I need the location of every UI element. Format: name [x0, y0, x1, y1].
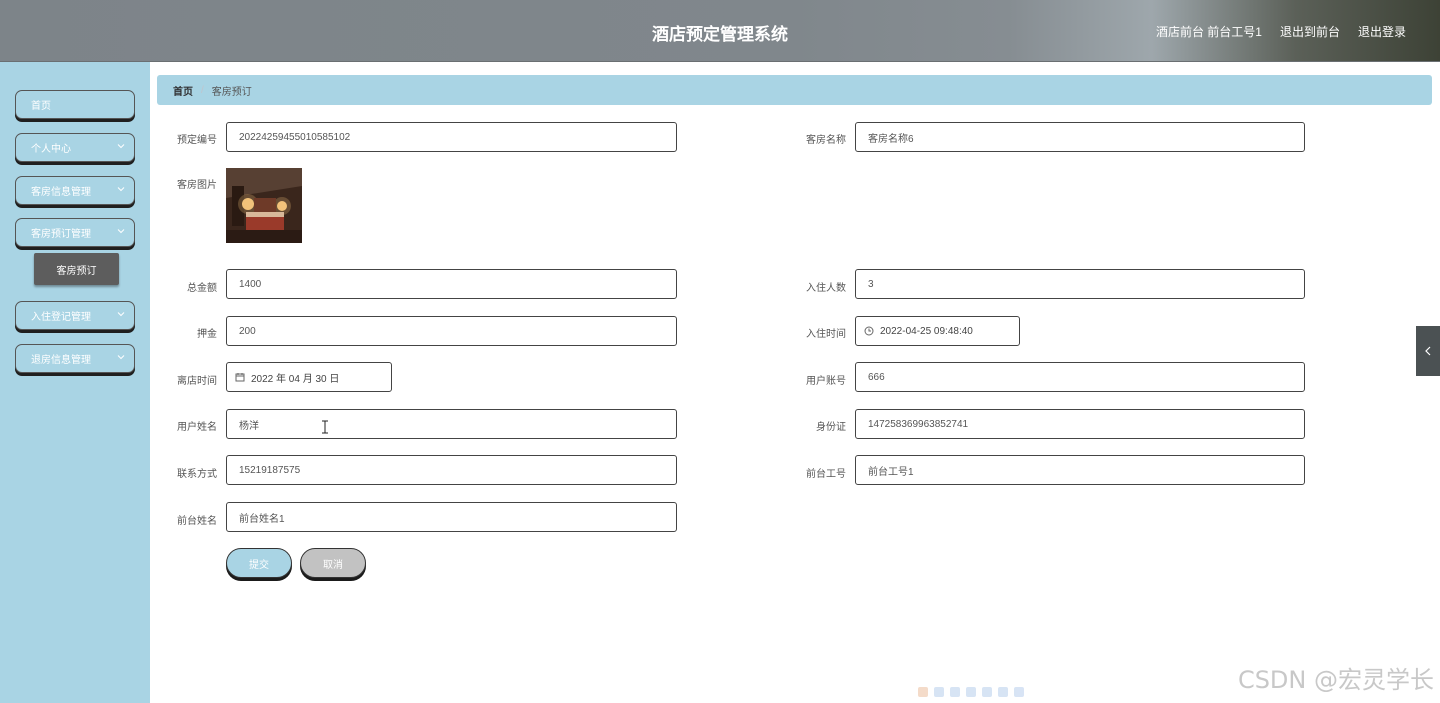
booking-no-input[interactable]: 20224259455010585102 — [226, 122, 677, 152]
checkin-time-value: 2022-04-25 09:48:40 — [880, 325, 973, 337]
ime-toolbar — [918, 685, 1068, 699]
chevron-left-icon — [1425, 346, 1431, 356]
sidebar-item-home[interactable]: 首页 — [15, 90, 135, 119]
room-name-input[interactable]: 客房名称6 — [855, 122, 1305, 152]
ime-icon — [998, 687, 1008, 697]
front-desk-name-input[interactable]: 前台姓名1 — [226, 502, 677, 532]
user-account-label: 用户账号 — [806, 376, 846, 387]
chevron-down-icon — [117, 144, 125, 149]
user-name-input[interactable]: 杨洋 — [226, 409, 677, 439]
front-desk-no-input[interactable]: 前台工号1 — [855, 455, 1305, 485]
user-name-label: 用户姓名 — [177, 422, 217, 433]
total-amount-input[interactable]: 1400 — [226, 269, 677, 299]
checkout-time-label: 离店时间 — [177, 376, 217, 387]
cancel-button[interactable]: 取消 — [300, 548, 366, 578]
back-to-front-link[interactable]: 退出到前台 — [1280, 23, 1340, 40]
id-card-label: 身份证 — [816, 422, 846, 433]
logout-link[interactable]: 退出登录 — [1358, 23, 1406, 40]
sidebar-item-label: 个人中心 — [31, 144, 71, 155]
breadcrumb: 首页 / 客房预订 — [157, 75, 1432, 105]
sidebar-item-label: 入住登记管理 — [31, 312, 91, 323]
sidebar-item-checkout[interactable]: 退房信息管理 — [15, 344, 135, 373]
chevron-down-icon — [117, 187, 125, 192]
checkin-time-picker[interactable]: 2022-04-25 09:48:40 — [855, 316, 1020, 346]
top-header: 酒店预定管理系统 酒店前台 前台工号1 退出到前台 退出登录 — [0, 0, 1440, 62]
breadcrumb-separator: / — [201, 84, 204, 96]
sidebar-subitem-room-booking[interactable]: 客房预订 — [34, 253, 119, 285]
booking-no-label: 预定编号 — [177, 135, 217, 146]
guest-count-input[interactable]: 3 — [855, 269, 1305, 299]
chevron-down-icon — [117, 312, 125, 317]
side-panel-toggle[interactable] — [1416, 326, 1440, 376]
room-image-label: 客房图片 — [177, 180, 217, 191]
ime-icon — [966, 687, 976, 697]
ime-icon — [950, 687, 960, 697]
submit-button[interactable]: 提交 — [226, 548, 292, 578]
chevron-down-icon — [117, 229, 125, 234]
room-photo-image — [226, 168, 302, 243]
clock-icon — [864, 326, 874, 336]
ime-icon — [918, 687, 928, 697]
deposit-input[interactable]: 200 — [226, 316, 677, 346]
front-desk-no-label: 前台工号 — [806, 469, 846, 480]
ime-icon — [934, 687, 944, 697]
calendar-icon — [235, 373, 245, 382]
user-account-input[interactable]: 666 — [855, 362, 1305, 392]
guest-count-label: 入住人数 — [806, 283, 846, 294]
current-user-info: 酒店前台 前台工号1 — [1155, 25, 1262, 39]
front-desk-name-label: 前台姓名 — [177, 516, 217, 527]
total-amount-label: 总金额 — [187, 283, 217, 294]
checkout-date-value: 2022 年 04 月 30 日 — [251, 373, 340, 385]
contact-label: 联系方式 — [177, 469, 217, 480]
contact-input[interactable]: 15219187575 — [226, 455, 677, 485]
sidebar-item-room-booking[interactable]: 客房预订管理 — [15, 218, 135, 247]
sidebar-item-label: 客房预订管理 — [31, 229, 91, 240]
chevron-down-icon — [117, 355, 125, 360]
sidebar-item-room-info[interactable]: 客房信息管理 — [15, 176, 135, 205]
sidebar-item-checkin[interactable]: 入住登记管理 — [15, 301, 135, 330]
deposit-label: 押金 — [197, 329, 217, 340]
ime-icon — [1014, 687, 1024, 697]
sidebar-item-label: 客房信息管理 — [31, 187, 91, 198]
checkout-date-picker[interactable]: 2022 年 04 月 30 日 — [226, 362, 392, 392]
checkin-time-label: 入住时间 — [806, 329, 846, 340]
breadcrumb-current: 客房预订 — [211, 86, 252, 98]
room-name-label: 客房名称 — [806, 135, 846, 146]
header-links: 酒店前台 前台工号1 退出到前台 退出登录 — [1156, 23, 1406, 40]
sidebar-item-personal-center[interactable]: 个人中心 — [15, 133, 135, 162]
watermark: CSDN @宏灵学长 — [1237, 666, 1434, 694]
id-card-input[interactable]: 147258369963852741 — [855, 409, 1305, 439]
sidebar-item-label: 首页 — [31, 101, 51, 112]
sidebar-item-label: 退房信息管理 — [31, 355, 91, 366]
text-cursor-icon — [322, 420, 328, 434]
breadcrumb-home[interactable]: 首页 — [173, 83, 193, 98]
ime-icon — [982, 687, 992, 697]
room-image-thumbnail[interactable] — [226, 168, 302, 243]
